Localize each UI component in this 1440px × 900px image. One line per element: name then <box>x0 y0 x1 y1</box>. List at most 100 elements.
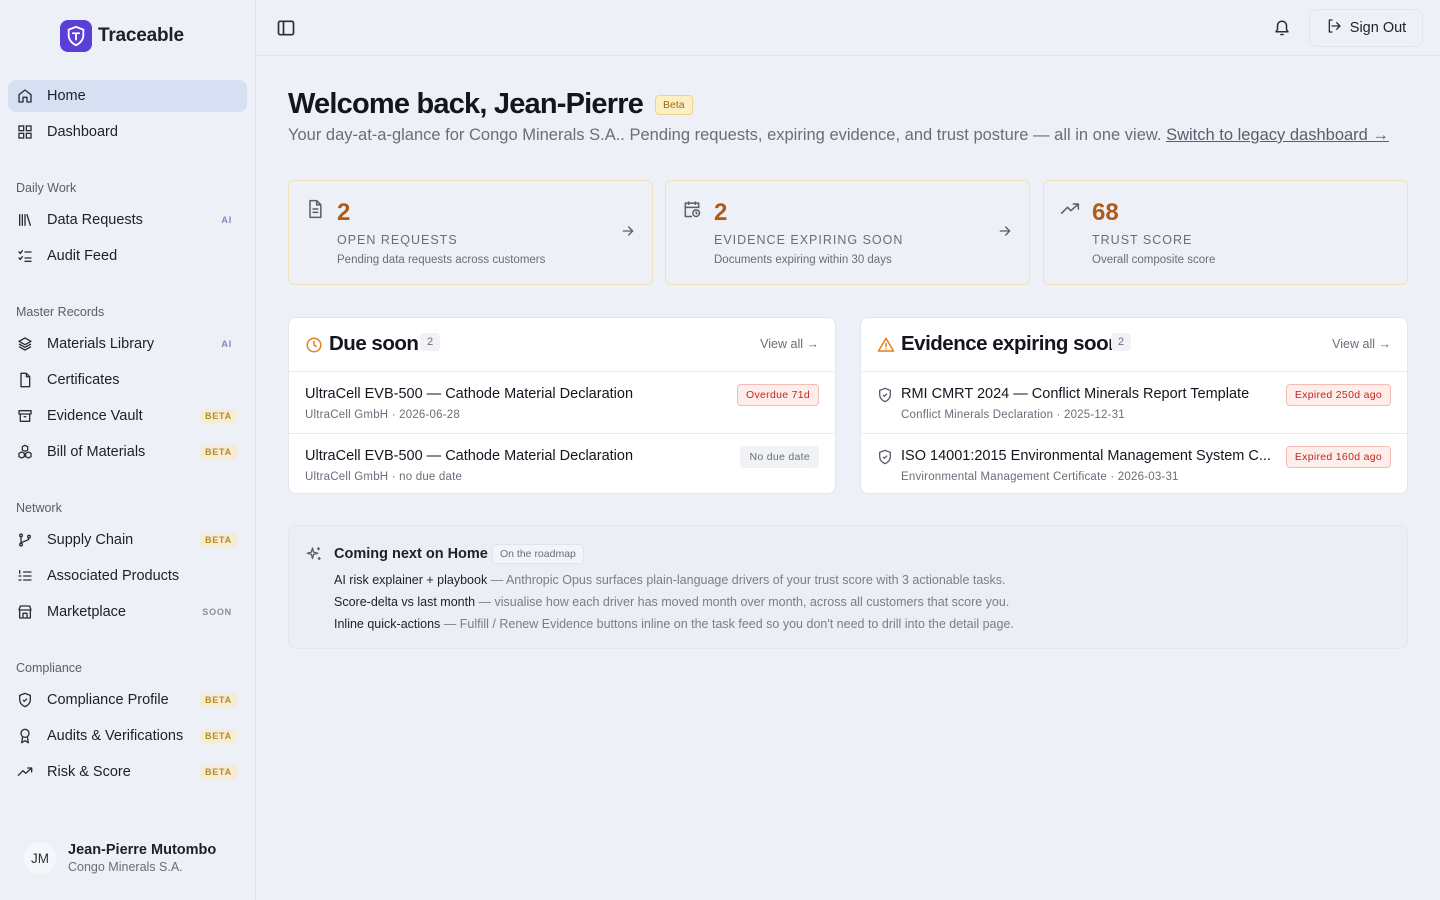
list-item[interactable]: UltraCell EVB-500 — Cathode Material Dec… <box>289 372 835 433</box>
sidebar-item-label: Evidence Vault <box>47 408 143 424</box>
bell-icon[interactable] <box>1270 16 1294 40</box>
sidebar-item-label: Data Requests <box>47 212 143 228</box>
row-title: UltraCell EVB-500 — Cathode Material Dec… <box>305 448 634 464</box>
sidebar-item-label: Supply Chain <box>47 532 134 548</box>
status-badge: Expired 250d ago <box>1285 384 1391 406</box>
row-title: ISO 14001:2015 Environmental Management … <box>901 448 1271 464</box>
layers-icon <box>17 336 33 352</box>
count-badge: 2 <box>1111 333 1132 351</box>
section-title-compliance: Compliance <box>16 661 83 675</box>
sidebar-item-certificates[interactable]: Certificates <box>8 364 247 396</box>
roadmap-item: Inline quick-actions — Fulfill / Renew E… <box>334 617 1014 631</box>
sidebar-item-dashboard[interactable]: Dashboard <box>8 116 247 148</box>
stat-value: 2 <box>337 199 351 226</box>
archive-icon <box>17 408 33 424</box>
beta-badge: BETA <box>199 409 237 423</box>
file-icon <box>17 372 33 388</box>
sidebar-item-label: Dashboard <box>47 124 118 140</box>
roadmap-item: AI risk explainer + playbook — Anthropic… <box>334 573 1006 587</box>
beta-badge: BETA <box>199 445 237 459</box>
sidebar-item-label: Bill of Materials <box>47 444 146 460</box>
view-all-link[interactable]: View all → <box>760 337 819 351</box>
store-icon <box>17 604 33 620</box>
sidebar-item-label: Marketplace <box>47 604 126 620</box>
roadmap-title: Coming next on Home <box>334 546 488 562</box>
shield-check-icon <box>17 692 33 708</box>
stat-card-evidence-expiring[interactable]: 2 EVIDENCE EXPIRING SOON Documents expir… <box>665 180 1030 285</box>
sidebar-item-supply-chain[interactable]: Supply Chain BETA <box>8 524 247 556</box>
user-name: Jean-Pierre Mutombo <box>68 842 217 858</box>
sidebar-item-bill-of-materials[interactable]: Bill of Materials BETA <box>8 436 247 468</box>
page-title: Welcome back, Jean-Pierre <box>288 88 644 120</box>
sidebar-item-label: Audits & Verifications <box>47 728 184 744</box>
title-row: Welcome back, Jean-Pierre Beta <box>288 88 693 121</box>
list-item[interactable]: ISO 14001:2015 Environmental Management … <box>861 433 1407 493</box>
list-checks-icon <box>17 248 33 264</box>
git-branch-icon <box>17 532 33 548</box>
count-badge: 2 <box>420 333 441 351</box>
roadmap-item-name: Inline quick-actions <box>334 617 441 631</box>
row-subtitle: UltraCell GmbH · 2026-06-28 <box>305 409 460 421</box>
beta-badge: BETA <box>199 533 237 547</box>
roadmap-item-name: AI risk explainer + playbook <box>334 573 488 587</box>
sidebar-item-evidence-vault[interactable]: Evidence Vault BETA <box>8 400 247 432</box>
sidebar-item-label: Compliance Profile <box>47 692 169 708</box>
document-icon <box>305 199 325 219</box>
row-subtitle: UltraCell GmbH · no due date <box>305 471 463 483</box>
row-subtitle: Environmental Management Certificate · 2… <box>901 471 1179 483</box>
log-out-icon <box>1326 18 1342 38</box>
user-org: Congo Minerals S.A. <box>68 860 183 874</box>
shield-check-icon <box>877 387 893 403</box>
trending-up-icon <box>1060 199 1080 219</box>
trending-up-icon <box>17 764 33 780</box>
arrow-right-icon[interactable] <box>997 223 1013 239</box>
stat-label: OPEN REQUESTS <box>337 233 458 247</box>
arrow-right-icon[interactable] <box>620 223 636 239</box>
sidebar-item-associated-products[interactable]: Associated Products <box>8 560 247 592</box>
clock-icon <box>305 336 323 354</box>
status-badge: Expired 160d ago <box>1285 446 1391 468</box>
stat-description: Overall composite score <box>1092 254 1216 266</box>
stat-description: Documents expiring within 30 days <box>714 254 892 266</box>
library-icon <box>17 212 33 228</box>
sidebar-item-marketplace[interactable]: Marketplace SOON <box>8 596 247 628</box>
section-title-daily-work: Daily Work <box>16 181 77 195</box>
brand[interactable]: Traceable <box>60 20 184 52</box>
stat-label: EVIDENCE EXPIRING SOON <box>714 233 904 247</box>
award-icon <box>17 728 33 744</box>
view-all-link[interactable]: View all → <box>1332 337 1391 351</box>
sidebar-item-label: Certificates <box>47 372 120 388</box>
sign-out-button[interactable]: Sign Out <box>1309 9 1423 47</box>
sidebar-item-compliance-profile[interactable]: Compliance Profile BETA <box>8 684 247 716</box>
sidebar-item-audit-feed[interactable]: Audit Feed <box>8 240 247 272</box>
beta-badge: Beta <box>655 94 693 115</box>
user-profile[interactable]: JM Jean-Pierre Mutombo Congo Minerals S.… <box>24 842 216 874</box>
list-ordered-icon <box>17 568 33 584</box>
list-item[interactable]: UltraCell EVB-500 — Cathode Material Dec… <box>289 433 835 493</box>
sidebar-item-materials-library[interactable]: Materials Library AI <box>8 328 247 360</box>
legacy-dashboard-link[interactable]: Switch to legacy dashboard → <box>1166 126 1389 144</box>
roadmap-item-text: — Anthropic Opus surfaces plain-language… <box>487 573 1006 587</box>
stat-card-open-requests[interactable]: 2 OPEN REQUESTS Pending data requests ac… <box>288 180 653 285</box>
roadmap-badge: On the roadmap <box>492 544 584 564</box>
sidebar-item-label: Materials Library <box>47 336 155 352</box>
shield-check-icon <box>877 449 893 465</box>
sidebar: Traceable Home Dashboard Daily Work Data… <box>0 0 256 900</box>
sidebar-item-label: Risk & Score <box>47 764 131 780</box>
stat-card-trust-score[interactable]: 68 TRUST SCORE Overall composite score <box>1043 180 1408 285</box>
sidebar-toggle-icon[interactable] <box>276 18 296 38</box>
subtitle-text: Your day-at-a-glance for Congo Minerals … <box>288 126 1162 144</box>
soon-badge: SOON <box>202 607 232 617</box>
sidebar-item-audits-verifications[interactable]: Audits & Verifications BETA <box>8 720 247 752</box>
sidebar-item-home[interactable]: Home <box>8 80 247 112</box>
stat-value: 68 <box>1092 199 1119 226</box>
sparkles-icon <box>305 545 323 563</box>
section-title-master-records: Master Records <box>16 305 105 319</box>
sidebar-item-risk-score[interactable]: Risk & Score BETA <box>8 756 247 788</box>
section-title-network: Network <box>16 501 62 515</box>
list-item[interactable]: RMI CMRT 2024 — Conflict Minerals Report… <box>861 372 1407 433</box>
beta-badge: BETA <box>199 729 237 743</box>
sidebar-item-label: Audit Feed <box>47 248 118 264</box>
page-subtitle: Your day-at-a-glance for Congo Minerals … <box>288 126 1389 145</box>
sidebar-item-data-requests[interactable]: Data Requests AI <box>8 204 247 236</box>
